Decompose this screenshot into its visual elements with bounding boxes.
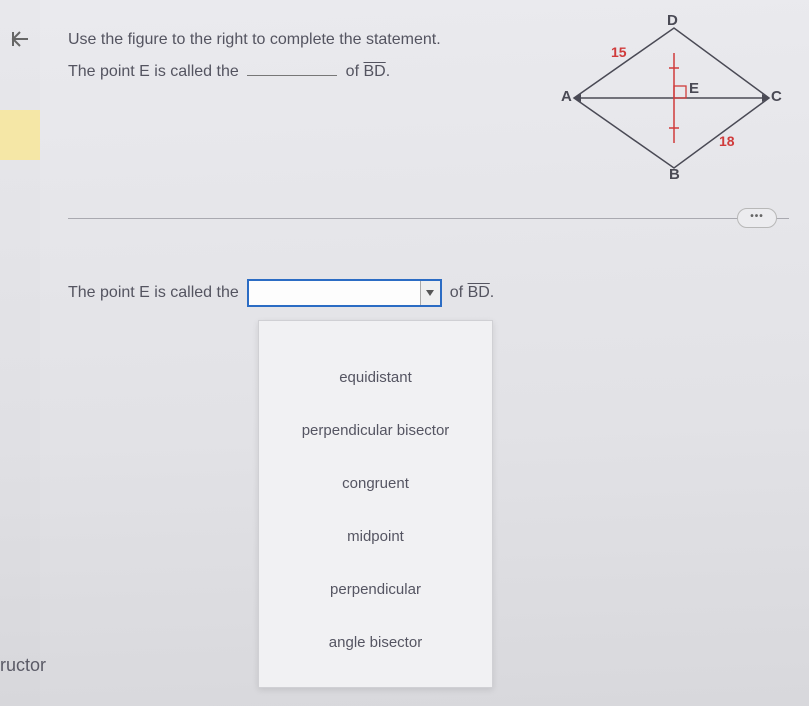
divider-line — [68, 218, 789, 219]
dropdown-value — [249, 281, 420, 305]
highlight-tab — [0, 110, 40, 160]
geometry-figure: D A C B E 15 18 — [559, 18, 779, 178]
more-options-button[interactable]: ••• — [737, 208, 777, 228]
length-bc: 18 — [719, 133, 735, 149]
dropdown-option-equidistant[interactable]: equidistant — [259, 351, 492, 404]
dropdown-menu: equidistant perpendicular bisector congr… — [258, 320, 493, 688]
dropdown-option-midpoint[interactable]: midpoint — [259, 510, 492, 563]
fill-blank — [247, 64, 337, 76]
chevron-down-icon — [420, 281, 440, 305]
dropdown-option-congruent[interactable]: congruent — [259, 457, 492, 510]
dropdown-option-angle-bisector[interactable]: angle bisector — [259, 616, 492, 669]
question-text: Use the figure to the right to complete … — [68, 18, 559, 88]
dropdown-option-perpendicular-bisector[interactable]: perpendicular bisector — [259, 404, 492, 457]
vertex-a: A — [561, 88, 572, 105]
answer-segment: BD — [468, 284, 490, 301]
section-divider: ••• — [68, 218, 789, 219]
question-line-2: The point E is called the of BD. — [68, 56, 559, 88]
segment-bd: BD — [363, 63, 385, 80]
vertex-e: E — [689, 80, 699, 97]
answer-dropdown[interactable] — [247, 279, 442, 307]
vertex-d: D — [667, 12, 678, 29]
dropdown-option-perpendicular[interactable]: perpendicular — [259, 563, 492, 616]
rhombus-diagram — [559, 18, 779, 178]
answer-row: The point E is called the of BD. — [68, 279, 789, 307]
answer-prefix: The point E is called the — [68, 284, 239, 302]
vertex-b: B — [669, 166, 680, 183]
back-icon[interactable] — [10, 28, 32, 56]
footer-fragment: ructor — [0, 655, 46, 676]
question-line-1: Use the figure to the right to complete … — [68, 24, 559, 56]
vertex-c: C — [771, 88, 782, 105]
length-ad: 15 — [611, 44, 627, 60]
